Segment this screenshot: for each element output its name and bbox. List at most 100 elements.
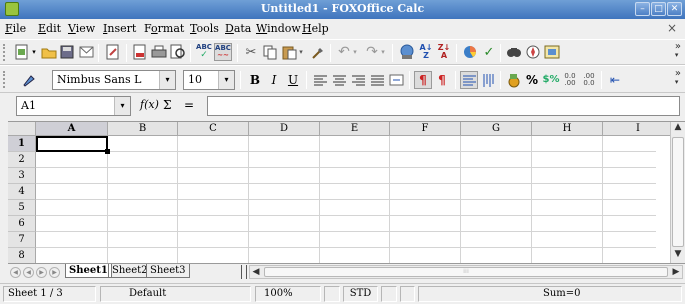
toolbar-more-icon[interactable]: » ▾ [675,69,681,87]
currency-format-icon[interactable] [505,71,523,89]
decrease-indent-icon[interactable]: ⇤ [606,71,624,89]
cut-icon[interactable]: ✂ [242,43,260,61]
stylist-icon[interactable] [20,70,38,88]
dropdown-arrow-icon[interactable]: ▾ [30,43,38,61]
export-pdf-icon[interactable] [131,43,149,61]
close-document-icon[interactable]: × [667,21,677,35]
next-sheet-icon[interactable]: ▶ [36,267,47,278]
sort-descending-icon[interactable]: Z↓ A [435,43,453,61]
sheet-tab-sheet1[interactable]: Sheet1 [65,264,112,278]
sort-ascending-icon[interactable]: A↓ Z [417,43,435,61]
chevron-down-icon[interactable]: ▾ [218,71,234,89]
text-top-to-bottom-icon[interactable] [479,71,497,89]
add-decimal-icon[interactable]: 0.0.00 [561,71,579,89]
menu-help[interactable]: Help [302,22,329,35]
menu-window[interactable]: Window [256,22,301,35]
sum-button[interactable]: Σ [163,98,171,112]
column-header-e[interactable]: E [320,122,390,136]
column-header-c[interactable]: C [178,122,249,136]
row-header-2[interactable]: 2 [8,152,36,168]
find-replace-icon[interactable] [505,43,523,61]
autospellcheck-icon[interactable]: ABC ~~ [214,43,232,61]
page-preview-icon[interactable] [169,43,187,61]
tab-scrollbar-splitter[interactable] [241,265,247,279]
close-button[interactable]: ✕ [667,2,682,16]
underline-button[interactable]: U [284,71,302,89]
ltr-icon[interactable]: ¶ [414,71,432,89]
justify-icon[interactable] [368,71,386,89]
delete-decimal-icon[interactable]: .00 0.0 [580,71,598,89]
bold-button[interactable]: B [246,71,264,89]
column-header-h[interactable]: H [532,122,603,136]
column-header-a[interactable]: A [36,122,108,136]
row-header-7[interactable]: 7 [8,232,36,248]
merge-cells-icon[interactable] [387,71,405,89]
menu-view[interactable]: View [68,22,95,35]
align-left-icon[interactable] [311,71,329,89]
menu-format[interactable]: Format [144,22,184,35]
save-icon[interactable] [58,43,76,61]
column-header-b[interactable]: B [108,122,178,136]
percent-format-button[interactable]: % [523,71,541,89]
scroll-left-icon[interactable]: ◀ [250,266,262,278]
gallery-icon[interactable] [543,43,561,61]
function-button[interactable]: = [184,98,194,112]
fill-handle[interactable] [105,149,110,154]
text-left-to-right-icon[interactable] [460,71,478,89]
align-center-icon[interactable] [330,71,348,89]
format-paintbrush-icon[interactable] [309,43,327,61]
function-wizard-button[interactable]: f(x) [140,98,159,111]
formula-input[interactable] [207,96,680,116]
rtl-icon[interactable]: ¶ [433,71,451,89]
row-header-3[interactable]: 3 [8,168,36,184]
menu-insert[interactable]: Insert [103,22,136,35]
open-icon[interactable] [40,43,58,61]
paste-dropdown-icon[interactable]: ▾ [297,43,305,61]
sheet-tab-sheet2[interactable]: Sheet2 [108,264,151,278]
sheet-tab-sheet3[interactable]: Sheet3 [146,264,190,278]
name-box[interactable]: A1 ▾ [16,96,131,116]
row-header-5[interactable]: 5 [8,200,36,216]
column-header-f[interactable]: F [390,122,461,136]
font-size-combo[interactable]: 10 ▾ [183,70,235,90]
standard-format-button[interactable]: $% [542,71,560,89]
prev-sheet-icon[interactable]: ◀ [23,267,34,278]
email-icon[interactable] [77,43,95,61]
last-sheet-icon[interactable]: ▶ [49,267,60,278]
scroll-up-icon[interactable]: ▲ [672,122,684,136]
vertical-scrollbar[interactable]: ▲ ▼ [670,122,685,263]
toolbar-more-icon[interactable]: » ▾ [675,42,681,60]
menu-tools[interactable]: Tools [190,22,219,35]
status-zoom[interactable]: 100% [255,286,321,302]
vertical-scroll-thumb[interactable] [672,137,684,247]
menu-data[interactable]: Data [225,22,251,35]
new-icon[interactable] [13,43,31,61]
row-header-1[interactable]: 1 [8,136,36,152]
navigator-icon[interactable] [524,43,542,61]
hyperlink-icon[interactable] [398,43,416,61]
show-draw-functions-icon[interactable]: ✓ [480,43,498,61]
edit-file-icon[interactable] [104,43,122,61]
paste-icon[interactable] [280,43,298,61]
column-header-i[interactable]: I [603,122,674,136]
row-header-8[interactable]: 8 [8,248,36,263]
spreadsheet-grid[interactable]: ABCDEFGHI 123456789 ▲ ▼ [8,121,685,263]
first-sheet-icon[interactable]: ◀ [10,267,21,278]
chart-icon[interactable] [461,43,479,61]
spellcheck-icon[interactable]: ABC ✓ [195,43,213,61]
print-icon[interactable] [150,43,168,61]
undo-dropdown-icon[interactable]: ▾ [351,43,359,61]
redo-dropdown-icon[interactable]: ▾ [379,43,387,61]
menu-file[interactable]: File [5,22,26,35]
font-name-combo[interactable]: Nimbus Sans L ▾ [52,70,176,90]
copy-icon[interactable] [261,43,279,61]
italic-button[interactable]: I [265,71,283,89]
select-all-corner[interactable] [8,122,36,136]
horizontal-scrollbar[interactable]: ◀ ⁞⁞⁞ ▶ [249,265,683,279]
maximize-button[interactable]: □ [651,2,666,16]
menu-edit[interactable]: Edit [38,22,61,35]
column-header-d[interactable]: D [249,122,320,136]
column-header-g[interactable]: G [461,122,532,136]
toolbar-grip[interactable] [3,44,7,61]
chevron-down-icon[interactable]: ▾ [159,71,175,89]
